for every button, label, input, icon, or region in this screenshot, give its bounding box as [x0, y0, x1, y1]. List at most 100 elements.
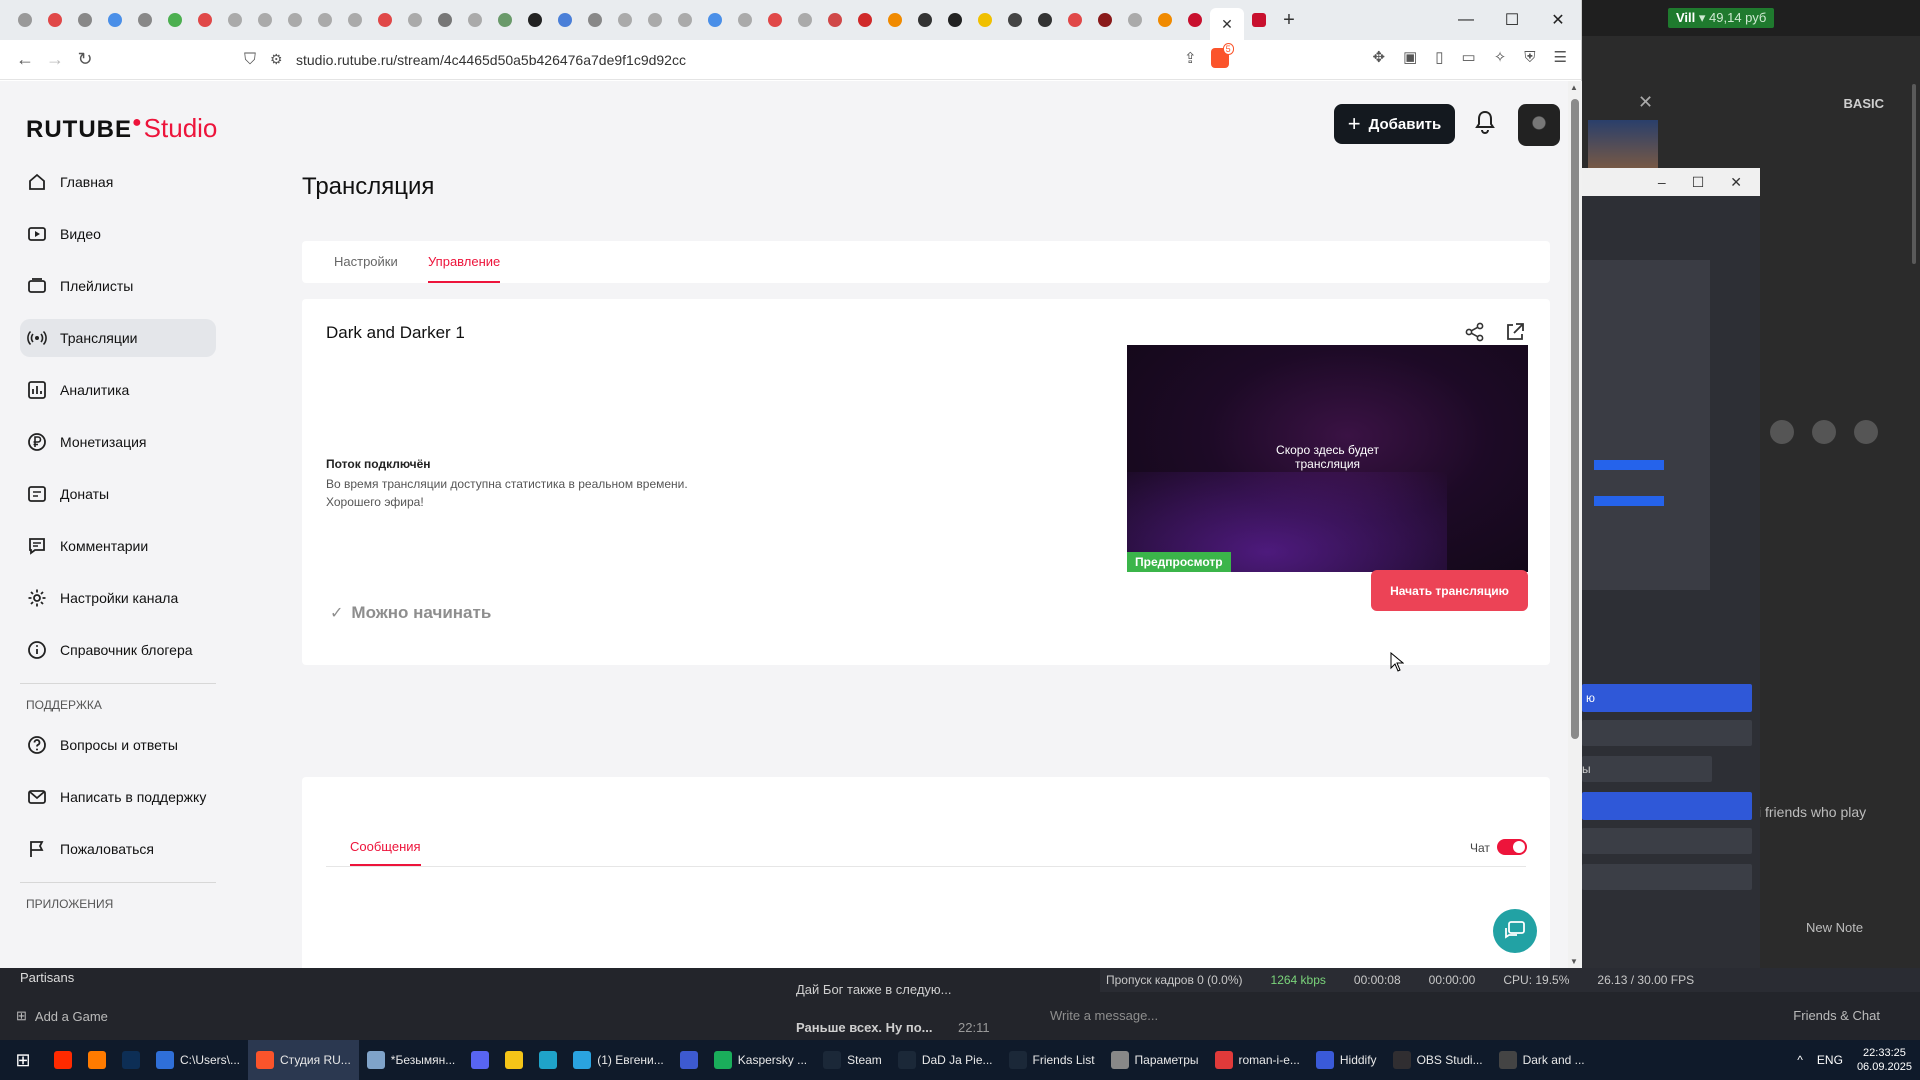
scroll-up-icon[interactable]: ▲ — [1570, 83, 1578, 92]
message-input[interactable]: Write a message... — [1050, 1008, 1158, 1023]
tab-management[interactable]: Управление — [428, 241, 501, 283]
taskbar-item[interactable] — [497, 1040, 531, 1080]
reload-icon[interactable]: ↻ — [70, 49, 100, 70]
close-icon[interactable]: ✕ — [1221, 16, 1233, 33]
sidebar-item-7[interactable]: Комментарии — [20, 527, 216, 565]
tab[interactable] — [400, 0, 430, 40]
tab[interactable] — [640, 0, 670, 40]
tab[interactable] — [130, 0, 160, 40]
bell-icon[interactable] — [1474, 110, 1496, 140]
add-button[interactable]: + Добавить — [1334, 104, 1455, 144]
tab[interactable] — [670, 0, 700, 40]
tab[interactable] — [490, 0, 520, 40]
tab[interactable] — [730, 0, 760, 40]
chat-message[interactable]: Дай Бог также в следую... — [796, 982, 952, 997]
friends-chat-button[interactable]: Friends & Chat — [1793, 1008, 1880, 1023]
obs-scene-item[interactable]: ю — [1582, 684, 1752, 712]
taskbar-item[interactable]: Friends List — [1001, 1040, 1103, 1080]
taskbar-item[interactable] — [463, 1040, 497, 1080]
taskbar-item[interactable]: Студия RU... — [248, 1040, 359, 1080]
active-tab[interactable]: ✕ — [1210, 8, 1244, 40]
sidebar-item-report[interactable]: Пожаловаться — [20, 830, 216, 868]
taskbar-item[interactable]: roman-i-e... — [1207, 1040, 1308, 1080]
avatar[interactable] — [1518, 104, 1560, 146]
wallet-icon[interactable]: ▭ — [1462, 48, 1476, 66]
address-bar[interactable]: studio.rutube.ru/stream/4c4465d50a5b4264… — [296, 52, 686, 68]
brave-shields-icon[interactable]: 5 — [1210, 43, 1234, 68]
taskbar-item[interactable]: Dark and ... — [1491, 1040, 1593, 1080]
taskbar-item[interactable]: OBS Studi... — [1385, 1040, 1491, 1080]
rutube-studio-logo[interactable]: RUTUBE ● Studio — [26, 113, 217, 144]
share-icon[interactable]: ⇪ — [1184, 49, 1197, 67]
tab[interactable] — [10, 0, 40, 40]
tab[interactable] — [610, 0, 640, 40]
close-icon[interactable]: ✕ — [1535, 0, 1581, 40]
close-icon[interactable]: ✕ — [1638, 92, 1653, 113]
tab[interactable] — [70, 0, 100, 40]
open-external-icon[interactable] — [1504, 321, 1526, 343]
sidebar-item-1[interactable]: Видео — [20, 215, 216, 253]
tab[interactable] — [580, 0, 610, 40]
tab[interactable] — [970, 0, 1000, 40]
tab[interactable] — [820, 0, 850, 40]
taskbar-item[interactable]: DaD Ja Pie... — [890, 1040, 1001, 1080]
tab[interactable] — [220, 0, 250, 40]
screenshot-icon[interactable]: ▣ — [1403, 48, 1417, 66]
tab[interactable] — [160, 0, 190, 40]
sidebar-item-8[interactable]: Настройки канала — [20, 579, 216, 617]
taskbar-item[interactable]: *Безымян... — [359, 1040, 463, 1080]
sidebar-item-faq[interactable]: Вопросы и ответы — [20, 726, 216, 764]
info-icon[interactable] — [1812, 420, 1836, 444]
sidebar-toggle-icon[interactable]: ▯ — [1435, 48, 1443, 66]
sidebar-item-4[interactable]: Аналитика — [20, 371, 216, 409]
start-stream-button[interactable]: Начать трансляцию — [1371, 570, 1528, 611]
taskbar-item[interactable] — [531, 1040, 565, 1080]
tab[interactable] — [1180, 0, 1210, 40]
scrollbar-thumb[interactable] — [1571, 99, 1579, 739]
tab[interactable] — [250, 0, 280, 40]
tab[interactable] — [310, 0, 340, 40]
heart-icon[interactable] — [1854, 420, 1878, 444]
taskbar-pinned[interactable] — [114, 1040, 148, 1080]
bookmark-icon[interactable]: ⛉ — [244, 51, 270, 69]
chat-toggle[interactable] — [1497, 839, 1527, 855]
forward-icon[interactable]: → — [40, 49, 70, 70]
minimize-icon[interactable]: – — [1658, 174, 1666, 190]
taskbar-pinned[interactable] — [80, 1040, 114, 1080]
tab[interactable] — [100, 0, 130, 40]
minimize-icon[interactable]: — — [1443, 0, 1489, 40]
tab[interactable] — [1030, 0, 1060, 40]
share-icon[interactable] — [1464, 321, 1486, 343]
windows-start-icon[interactable]: ⊞ — [0, 1040, 46, 1080]
tab[interactable] — [1244, 0, 1274, 40]
tab[interactable] — [550, 0, 580, 40]
tab[interactable] — [280, 0, 310, 40]
tab[interactable] — [850, 0, 880, 40]
tab[interactable] — [940, 0, 970, 40]
language-indicator[interactable]: ENG — [1817, 1053, 1843, 1067]
tab-settings[interactable]: Настройки — [334, 241, 398, 283]
taskbar-item[interactable]: C:\Users\... — [148, 1040, 248, 1080]
tab[interactable] — [910, 0, 940, 40]
tab[interactable] — [790, 0, 820, 40]
obs-source-item[interactable]: ы — [1582, 756, 1712, 782]
clock[interactable]: 22:33:25 06.09.2025 — [1857, 1046, 1912, 1074]
new-tab-button[interactable]: + — [1274, 9, 1304, 32]
obs-scene-item[interactable] — [1582, 720, 1752, 746]
tab[interactable] — [1090, 0, 1120, 40]
sidebar-item-2[interactable]: Плейлисты — [20, 267, 216, 305]
close-icon[interactable]: ✕ — [1730, 174, 1742, 191]
sidebar-item-0[interactable]: Главная — [20, 163, 216, 201]
tab[interactable] — [190, 0, 220, 40]
extensions-icon[interactable]: ✥ — [1372, 48, 1385, 66]
taskbar-item[interactable]: Hiddify — [1308, 1040, 1385, 1080]
tab[interactable] — [1060, 0, 1090, 40]
gear-icon[interactable] — [1770, 420, 1794, 444]
tab[interactable] — [430, 0, 460, 40]
page-scrollbar[interactable]: ▲ ▼ — [1568, 81, 1582, 968]
tab[interactable] — [1120, 0, 1150, 40]
tab[interactable] — [1150, 0, 1180, 40]
back-icon[interactable]: ← — [10, 49, 40, 70]
tab[interactable] — [760, 0, 790, 40]
support-chat-button[interactable] — [1493, 909, 1537, 953]
